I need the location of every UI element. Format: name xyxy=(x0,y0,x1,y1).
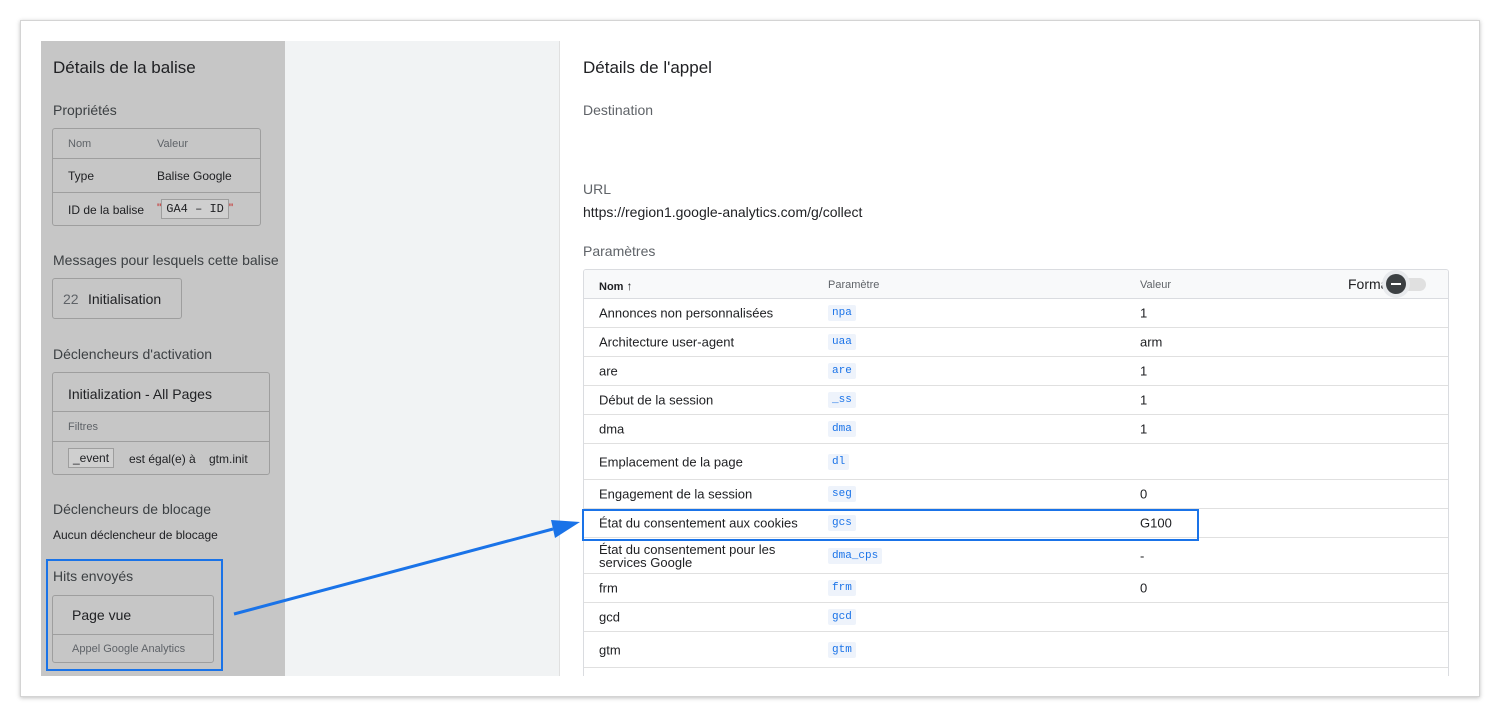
arrow-line xyxy=(233,527,554,616)
arrow-head-icon xyxy=(551,520,580,538)
app-viewport: Détails de la balise Propriétés Nom Vale… xyxy=(41,41,1461,676)
annotation-arrow xyxy=(233,520,580,616)
